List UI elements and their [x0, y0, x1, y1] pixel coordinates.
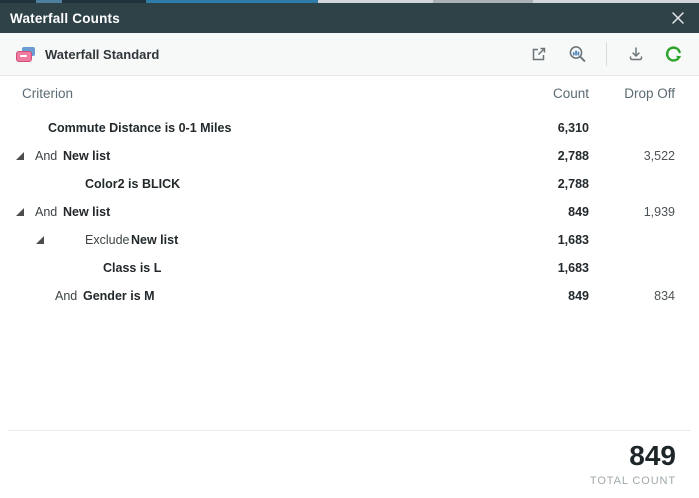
row-connector-label: Exclude [85, 226, 129, 254]
criterion-name: New list [63, 142, 110, 170]
waterfall-name-group: Waterfall Standard [16, 47, 159, 62]
strip-segment [36, 0, 62, 3]
toolbar-actions [528, 42, 685, 66]
strip-segment [318, 0, 433, 3]
count-value: 849 [568, 198, 589, 226]
toolbar-divider [606, 42, 607, 66]
column-header-count: Count [553, 86, 589, 101]
grid-rows: Commute Distance is 0-1 Miles 6,310 And New… [0, 114, 699, 310]
table-row[interactable]: Class is L 1,683 [0, 254, 699, 282]
strip-segment [62, 0, 146, 3]
open-new-window-button[interactable] [528, 43, 550, 65]
dialog-title: Waterfall Counts [10, 11, 120, 26]
table-row[interactable]: And Gender is M 849 834 [0, 282, 699, 310]
criterion-name: New list [131, 226, 178, 254]
strip-segment [533, 0, 699, 3]
waterfall-grid: Criterion Count Drop Off Commute Distanc… [0, 82, 699, 310]
close-icon [671, 11, 685, 25]
waterfall-counts-dialog: Waterfall Counts Waterfall Standard [0, 0, 699, 498]
waterfall-name: Waterfall Standard [45, 47, 159, 62]
strip-segment [146, 0, 318, 3]
search-insights-icon [568, 45, 587, 64]
row-connector-label: And [35, 142, 57, 170]
total-count-label: TOTAL COUNT [590, 475, 676, 487]
refresh-button[interactable] [663, 43, 685, 65]
count-value: 1,683 [558, 254, 589, 282]
column-header-drop-off: Drop Off [624, 86, 675, 101]
column-header-criterion: Criterion [22, 86, 73, 101]
drop-off-value: 3,522 [644, 142, 675, 170]
waterfall-list-icon [16, 47, 36, 62]
table-row[interactable]: Color2 is BLICK 2,788 [0, 170, 699, 198]
total-count-value: 849 [629, 440, 676, 472]
row-connector-label: And [35, 198, 57, 226]
strip-segment [0, 0, 36, 3]
search-insights-button[interactable] [566, 43, 588, 65]
grid-header: Criterion Count Drop Off [0, 82, 699, 110]
close-button[interactable] [665, 5, 691, 31]
criterion-name: Gender is M [83, 282, 155, 310]
collapse-triangle-icon[interactable] [16, 152, 24, 160]
background-window-sliver [0, 0, 699, 3]
table-row[interactable]: Commute Distance is 0-1 Miles 6,310 [0, 114, 699, 142]
download-icon [627, 45, 645, 63]
row-connector-label: And [55, 282, 77, 310]
criterion-name: Class is L [103, 254, 161, 282]
count-value: 6,310 [558, 114, 589, 142]
table-row[interactable]: And New list 2,788 3,522 [0, 142, 699, 170]
collapse-triangle-icon[interactable] [16, 208, 24, 216]
count-value: 849 [568, 282, 589, 310]
drop-off-value: 834 [654, 282, 675, 310]
count-value: 1,683 [558, 226, 589, 254]
criterion-name: New list [63, 198, 110, 226]
download-button[interactable] [625, 43, 647, 65]
footer-divider [8, 430, 691, 431]
count-value: 2,788 [558, 170, 589, 198]
open-in-new-window-icon [530, 45, 548, 63]
drop-off-value: 1,939 [644, 198, 675, 226]
table-row[interactable]: ExcludeNew list 1,683 [0, 226, 699, 254]
collapse-triangle-icon[interactable] [36, 236, 44, 244]
refresh-icon [664, 44, 684, 64]
count-value: 2,788 [558, 142, 589, 170]
strip-segment [433, 0, 533, 3]
dialog-toolbar: Waterfall Standard [0, 33, 699, 76]
dialog-titlebar: Waterfall Counts [0, 3, 699, 33]
criterion-name: Commute Distance is 0-1 Miles [48, 114, 231, 142]
table-row[interactable]: And New list 849 1,939 [0, 198, 699, 226]
criterion-name: Color2 is BLICK [85, 170, 180, 198]
